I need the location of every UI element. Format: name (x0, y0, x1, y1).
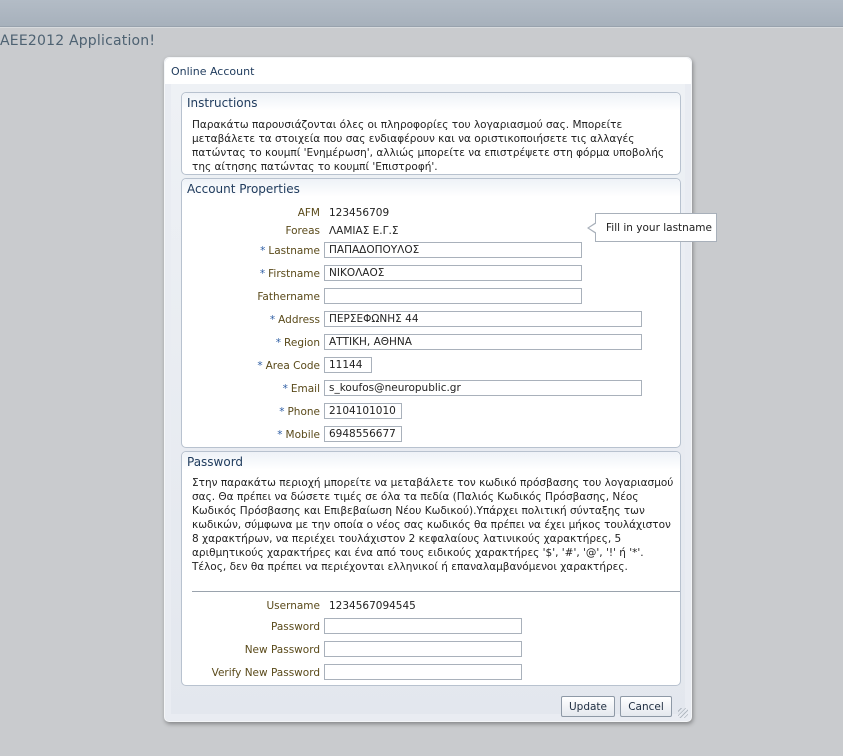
required-marker: * (282, 383, 288, 395)
address-input[interactable] (324, 311, 642, 327)
verify-password-label: Verify New Password (211, 667, 320, 679)
password-header: Password (182, 452, 680, 470)
required-marker: * (279, 406, 285, 418)
required-marker: * (257, 360, 263, 372)
password-title: Password (187, 455, 244, 469)
afm-value: 123456709 (329, 207, 390, 219)
phone-row: * Phone (182, 403, 680, 421)
area-code-row: * Area Code (182, 357, 680, 375)
phone-input[interactable] (324, 403, 402, 419)
verify-password-input[interactable] (324, 664, 522, 680)
region-label-wrap: * Region (276, 337, 320, 349)
update-button[interactable]: Update (561, 696, 615, 717)
firstname-label-wrap: * Firstname (260, 268, 320, 280)
account-properties-header: Account Properties (182, 179, 680, 197)
app-title: AEE2012 Application! (0, 33, 156, 49)
new-password-label: New Password (244, 644, 320, 656)
lastname-tooltip: Fill in your lastname (587, 213, 717, 242)
dialog-header: Online Account (165, 58, 691, 84)
firstname-row: * Firstname (182, 265, 680, 283)
account-properties-title: Account Properties (187, 182, 300, 196)
username-row: Username 1234567094545 (182, 597, 680, 615)
current-password-label: Password (270, 621, 320, 633)
area-code-label: Area Code (265, 360, 320, 372)
mobile-label: Mobile (285, 429, 320, 441)
region-input[interactable] (324, 334, 642, 350)
mobile-input[interactable] (324, 426, 402, 442)
email-input[interactable] (324, 380, 642, 396)
password-divider (192, 591, 680, 592)
cancel-button[interactable]: Cancel (620, 696, 672, 717)
mobile-label-wrap: * Mobile (277, 429, 320, 441)
password-section: Password Στην παρακάτω περιοχή μπορείτε … (181, 451, 681, 686)
required-marker: * (259, 268, 266, 280)
fathername-label: Fathername (257, 291, 320, 303)
fathername-row: Fathername (182, 288, 680, 306)
online-account-dialog: Online Account Instructions Παρακάτω παρ… (164, 57, 692, 722)
current-password-row: Password (182, 618, 680, 636)
verify-password-row: Verify New Password (182, 664, 680, 682)
lastname-label: Lastname (268, 245, 320, 257)
email-label: Email (290, 383, 320, 395)
afm-label: AFM (297, 207, 320, 219)
area-code-input[interactable] (324, 357, 372, 373)
lastname-input[interactable] (324, 242, 582, 258)
address-label: Address (278, 314, 320, 326)
username-value: 1234567094545 (329, 600, 416, 612)
address-row: * Address (182, 311, 680, 329)
required-marker: * (275, 337, 282, 349)
fathername-input[interactable] (324, 288, 582, 304)
region-row: * Region (182, 334, 680, 352)
address-label-wrap: * Address (270, 314, 320, 326)
dialog-title: Online Account (171, 65, 255, 78)
lastname-label-wrap: * Lastname (260, 245, 320, 257)
new-password-input[interactable] (324, 641, 522, 657)
instructions-section: Instructions Παρακάτω παρουσιάζονται όλε… (181, 92, 681, 175)
required-marker: * (260, 245, 266, 257)
required-marker: * (277, 429, 283, 441)
firstname-input[interactable] (324, 265, 582, 281)
region-label: Region (284, 337, 320, 349)
mobile-row: * Mobile (182, 426, 680, 444)
password-instructions-text: Στην παρακάτω περιοχή μπορείτε να μεταβά… (192, 477, 674, 573)
foreas-label: Foreas (285, 225, 320, 237)
top-banner (0, 0, 843, 27)
foreas-value: ΛΑΜΙΑΣ Ε.Γ.Σ (329, 225, 399, 237)
instructions-text: Παρακάτω παρουσιάζονται όλες οι πληροφορ… (192, 119, 665, 173)
instructions-header: Instructions (182, 93, 680, 111)
phone-label: Phone (287, 406, 320, 418)
instructions-title: Instructions (187, 96, 258, 110)
username-label: Username (266, 600, 320, 612)
current-password-input[interactable] (324, 618, 522, 634)
email-row: * Email (182, 380, 680, 398)
new-password-row: New Password (182, 641, 680, 659)
area-code-label-wrap: * Area Code (257, 360, 320, 372)
tooltip-pointer-fill (589, 223, 597, 233)
required-marker: * (269, 314, 276, 326)
phone-label-wrap: * Phone (279, 406, 320, 418)
firstname-label: Firstname (268, 268, 320, 280)
email-label-wrap: * Email (283, 383, 320, 395)
lastname-row: * Lastname (182, 242, 680, 260)
resize-grip-icon[interactable] (678, 708, 688, 718)
tooltip-text: Fill in your lastname (606, 222, 712, 234)
